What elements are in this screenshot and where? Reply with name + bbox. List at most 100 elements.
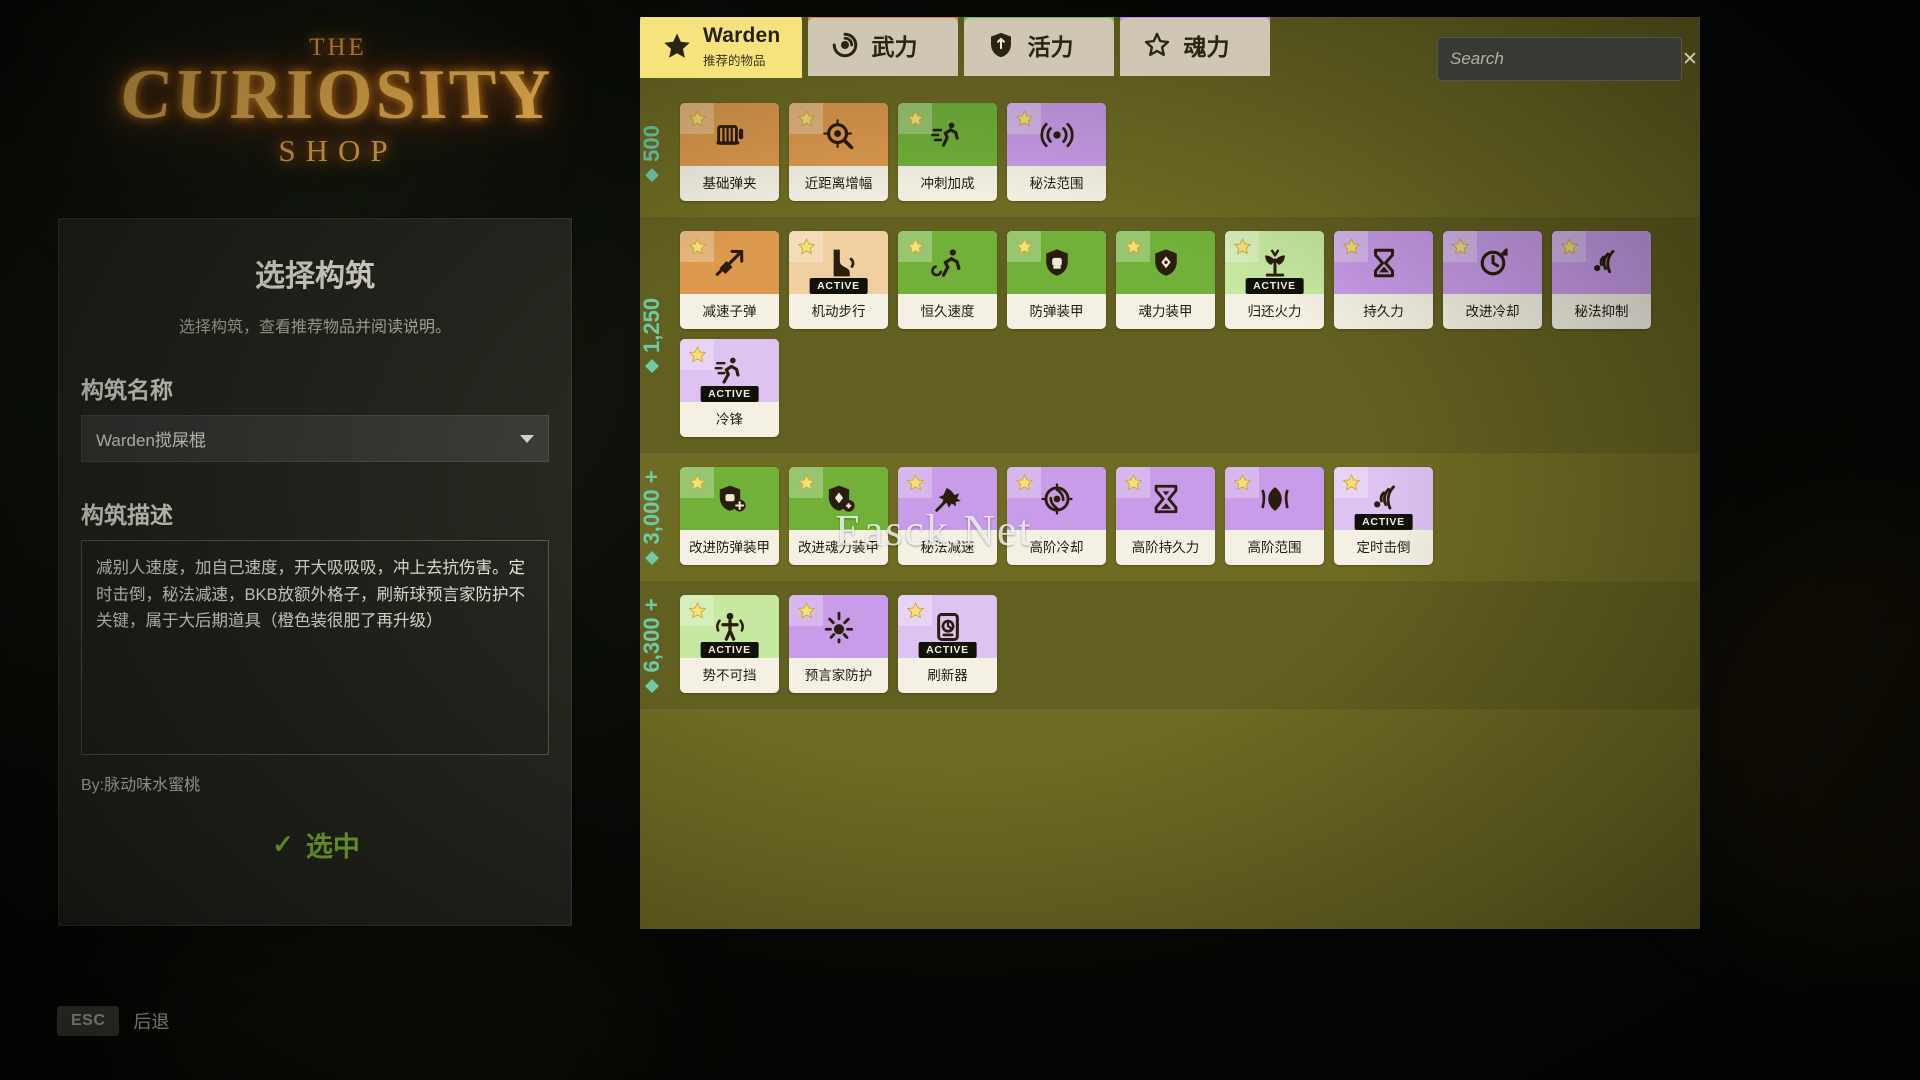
- search-box[interactable]: ✕: [1437, 37, 1682, 81]
- diamond-shield-icon: [1149, 246, 1183, 280]
- back-control[interactable]: ESC 后退: [57, 1006, 169, 1036]
- logo-title: CURIOSITY: [53, 59, 623, 132]
- recommended-star-icon: [1116, 467, 1150, 498]
- app-logo: THE CURIOSITY SHOP: [58, 30, 618, 210]
- shop-item[interactable]: 近距离增幅: [789, 103, 888, 201]
- shop-item[interactable]: 基础弹夹: [680, 103, 779, 201]
- page-title: 选择构筑: [59, 251, 571, 295]
- build-author: By:脉动味水蜜桃: [81, 771, 571, 795]
- item-artwork: ACTIVE: [680, 339, 779, 402]
- search-input[interactable]: [1450, 49, 1674, 69]
- superior-range-icon: [1258, 482, 1292, 516]
- recommended-star-icon: [680, 231, 714, 262]
- armor-upgrade-icon: [713, 482, 747, 516]
- shop-item[interactable]: 高阶持久力: [1116, 467, 1215, 565]
- shop-item[interactable]: ACTIVE 冷锋: [680, 339, 779, 437]
- tier-price-label: 3,000 +: [640, 470, 665, 544]
- item-artwork: [1225, 467, 1324, 530]
- recommended-star-icon: [1552, 231, 1586, 262]
- item-name: 近距离增幅: [789, 166, 888, 201]
- sprint-icon: [931, 118, 965, 152]
- recommended-star-icon: [680, 467, 714, 498]
- shop-item[interactable]: 秘法范围: [1007, 103, 1106, 201]
- hourglass-icon: [1367, 246, 1401, 280]
- tier-price-label: 6,300 +: [640, 598, 665, 672]
- build-selection-panel: 选择构筑 选择构筑，查看推荐物品并阅读说明。 构筑名称 Warden搅屎棍 构筑…: [58, 218, 572, 926]
- sprout-icon: [1258, 246, 1292, 280]
- shop-item[interactable]: ACTIVE 归还火力: [1225, 231, 1324, 329]
- tier-row: ◆ 1,250 减速子弹 ACTIVE 机动步行 恒久速度 防弹装甲 魂力装甲 ACTIVE 归还…: [640, 217, 1700, 453]
- item-artwork: [1334, 231, 1433, 294]
- shop-item[interactable]: 改进魂力装甲: [789, 467, 888, 565]
- item-name: 恒久速度: [898, 294, 997, 329]
- tier-row: ◆ 3,000 + 改进防弹装甲 改进魂力装甲 秘法减速 高阶冷却 高阶持久力 高阶范围 ACT…: [640, 453, 1700, 581]
- tab-武力[interactable]: 武力: [808, 17, 958, 76]
- build-name-select[interactable]: Warden搅屎棍: [81, 415, 549, 462]
- shop-item[interactable]: ACTIVE 势不可挡: [680, 595, 779, 693]
- close-icon[interactable]: ✕: [1674, 48, 1698, 71]
- tab-label: 魂力: [1183, 28, 1229, 62]
- seer-guard-icon: [822, 610, 856, 644]
- superior-stamina-icon: [1149, 482, 1183, 516]
- tab-活力[interactable]: 活力: [964, 17, 1114, 76]
- shop-item[interactable]: 魂力装甲: [1116, 231, 1215, 329]
- suppress-icon: [1585, 246, 1619, 280]
- shop-item[interactable]: 减速子弹: [680, 231, 779, 329]
- background-glow: [120, 900, 640, 1080]
- tier-item-grid: 改进防弹装甲 改进魂力装甲 秘法减速 高阶冷却 高阶持久力 高阶范围 ACTIVE 定时击倒: [680, 467, 1700, 565]
- select-build-button[interactable]: ✓ 选中: [147, 815, 485, 873]
- item-artwork: [898, 467, 997, 530]
- item-artwork: [680, 467, 779, 530]
- item-tier-list: ◆ 500 基础弹夹 近距离增幅 冲刺加成 秘法范围 ◆ 1,250 减速子弹 ACTIVE 机动步…: [640, 89, 1700, 929]
- recommended-star-icon: [680, 595, 714, 626]
- build-description-text[interactable]: 减别人速度，加自己速度，开大吸吸吸，冲上去抗伤害。定时击倒，秘法减速，BKB放额…: [81, 540, 549, 755]
- build-description-label: 构筑描述: [81, 496, 571, 530]
- magazine-icon: [713, 118, 747, 152]
- shop-item[interactable]: 高阶冷却: [1007, 467, 1106, 565]
- build-name-label: 构筑名称: [81, 371, 571, 405]
- shop-inner: Warden推荐的物品武力活力魂力 ✕ ◆500基础弹夹近距离增幅冲刺加成秘法范…: [640, 17, 1700, 929]
- chevron-down-icon: [520, 435, 534, 443]
- weapon-icon: [830, 30, 860, 60]
- select-build-label: 选中: [306, 825, 360, 864]
- tab-label: Warden: [703, 24, 780, 48]
- item-artwork: [1443, 231, 1542, 294]
- shop-item[interactable]: ACTIVE 定时击倒: [1334, 467, 1433, 565]
- item-name: 高阶冷却: [1007, 530, 1106, 565]
- recommended-star-icon: [1007, 103, 1041, 134]
- tier-price-label: 1,250: [640, 298, 665, 353]
- tab-魂力[interactable]: 魂力: [1120, 17, 1270, 76]
- item-artwork: [1007, 467, 1106, 530]
- shop-item[interactable]: 改进防弹装甲: [680, 467, 779, 565]
- recommended-star-icon: [1334, 467, 1368, 498]
- recommended-star-icon: [680, 103, 714, 134]
- tier-price: ◆ 6,300 +: [640, 585, 665, 705]
- item-artwork: ACTIVE: [680, 595, 779, 658]
- shop-item[interactable]: 防弹装甲: [1007, 231, 1106, 329]
- cold-front-icon: [713, 354, 747, 388]
- star-outline-icon: [1142, 30, 1172, 60]
- shop-item[interactable]: 秘法减速: [898, 467, 997, 565]
- arcane-slow-icon: [931, 482, 965, 516]
- shop-item[interactable]: 恒久速度: [898, 231, 997, 329]
- item-name: 秘法减速: [898, 530, 997, 565]
- item-name: 持久力: [1334, 294, 1433, 329]
- tab-Warden[interactable]: Warden 推荐的物品: [640, 17, 802, 78]
- recommended-star-icon: [1225, 467, 1259, 498]
- shop-item[interactable]: ACTIVE 刷新器: [898, 595, 997, 693]
- unstoppable-icon: [713, 610, 747, 644]
- item-artwork: ACTIVE: [789, 231, 888, 294]
- shop-item[interactable]: 预言家防护: [789, 595, 888, 693]
- shop-item[interactable]: 秘法抑制: [1552, 231, 1651, 329]
- shop-item[interactable]: 改进冷却: [1443, 231, 1542, 329]
- item-name: 定时击倒: [1334, 530, 1433, 565]
- shop-item[interactable]: 冲刺加成: [898, 103, 997, 201]
- tier-row: ◆ 6,300 + ACTIVE 势不可挡 预言家防护 ACTIVE 刷新器: [640, 581, 1700, 709]
- shop-item[interactable]: 高阶范围: [1225, 467, 1324, 565]
- item-name: 基础弹夹: [680, 166, 779, 201]
- shop-item[interactable]: 持久力: [1334, 231, 1433, 329]
- item-artwork: [680, 103, 779, 166]
- shop-item[interactable]: ACTIVE 机动步行: [789, 231, 888, 329]
- active-badge: ACTIVE: [809, 278, 868, 294]
- cooldown-icon: [1476, 246, 1510, 280]
